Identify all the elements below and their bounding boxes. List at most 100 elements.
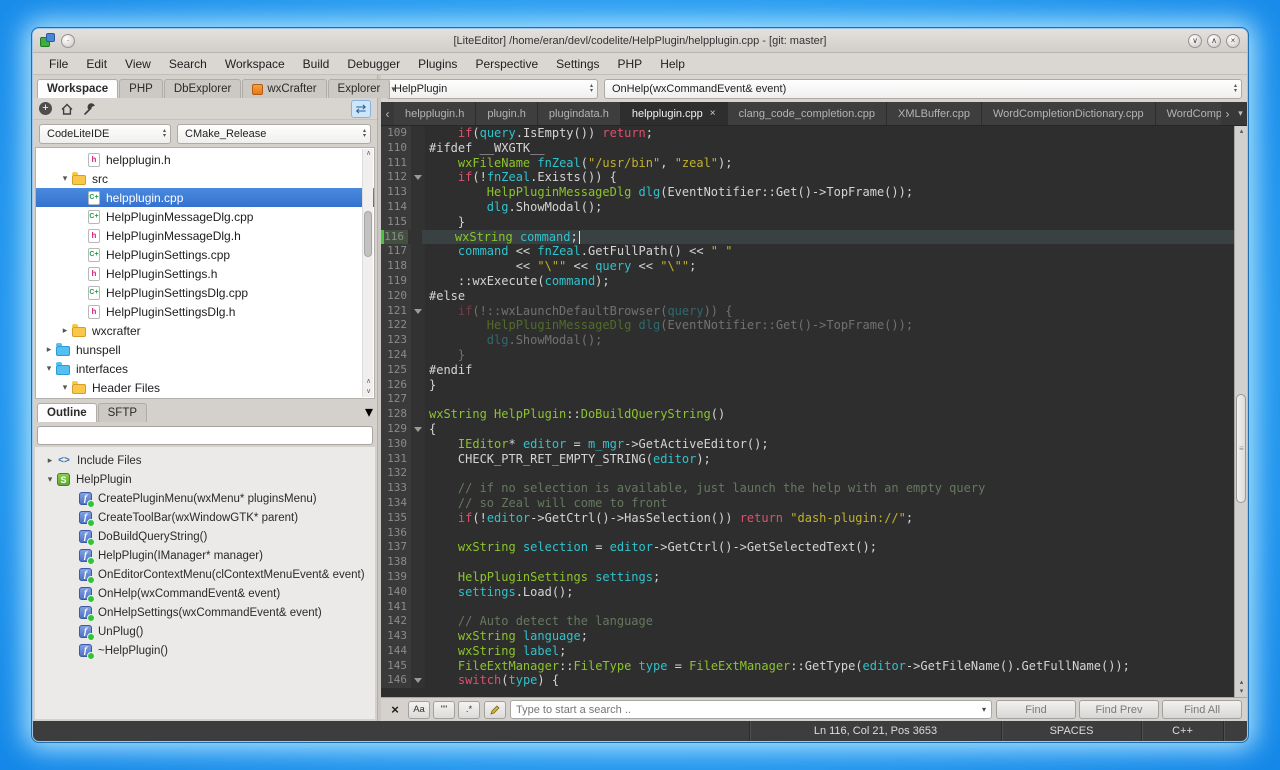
fold-marker-icon[interactable]	[414, 427, 422, 432]
code-line[interactable]: 139 HelpPluginSettings settings;	[381, 570, 1234, 585]
editor-tab-plugindata-h[interactable]: plugindata.h	[538, 102, 621, 125]
outline-item-createpluginmenu[interactable]: fCreatePluginMenu(wxMenu* pluginsMenu)	[35, 489, 375, 508]
language-mode[interactable]: C++	[1141, 721, 1223, 741]
workspace-select[interactable]: CodeLiteIDE ▴▾	[39, 124, 171, 144]
editor-scrollbar[interactable]: ▴ ▴ ▾	[1234, 126, 1247, 697]
tree-item-helpplugin-cpp[interactable]: C+helpplugin.cpp	[36, 188, 374, 207]
code-line[interactable]: 110#ifdef __WXGTK__	[381, 141, 1234, 156]
scroll-up-icon[interactable]: ▴	[1235, 127, 1248, 136]
editor-tab-xmlbuffer-cpp[interactable]: XMLBuffer.cpp	[887, 102, 982, 125]
tree-item-helppluginsettings-cpp[interactable]: C+HelpPluginSettings.cpp	[36, 245, 374, 264]
chevron-down-icon[interactable]: ▾	[58, 173, 72, 184]
tab-scroll-left-icon[interactable]: ‹	[381, 102, 394, 125]
code-line[interactable]: 122 HelpPluginMessageDlg dlg(EventNotifi…	[381, 318, 1234, 333]
whitespace-mode[interactable]: SPACES	[1001, 721, 1141, 741]
chevron-down-icon[interactable]: ▾	[365, 402, 373, 422]
scroll-up-icon[interactable]: ∧	[363, 150, 374, 158]
code-line[interactable]: 125#endif	[381, 363, 1234, 378]
outline-item-helpplugin[interactable]: ▾SHelpPlugin	[35, 470, 375, 489]
outline-item-oneditorcontextmenu[interactable]: fOnEditorContextMenu(clContextMenuEvent&…	[35, 565, 375, 584]
tree-item-hunspell[interactable]: ▸hunspell	[36, 340, 374, 359]
link-editor-icon[interactable]: ⇄	[351, 100, 371, 118]
outline-item-dobuildquerystring[interactable]: fDoBuildQueryString()	[35, 527, 375, 546]
code-line[interactable]: 144 wxString label;	[381, 644, 1234, 659]
code-line[interactable]: 114 dlg.ShowModal();	[381, 200, 1234, 215]
tab-wxcrafter[interactable]: wxCrafter	[242, 79, 326, 98]
tab-outline[interactable]: Outline	[37, 403, 97, 422]
chevron-down-icon[interactable]: ▾	[58, 382, 72, 393]
chevron-right-icon[interactable]: ▸	[42, 344, 56, 355]
code-line[interactable]: 119 ::wxExecute(command);	[381, 274, 1234, 289]
scope-select[interactable]: HelpPlugin ▴▾	[386, 79, 598, 99]
scroll-up-icon[interactable]: ▴	[1235, 678, 1248, 687]
window-menu-button[interactable]: ·	[61, 34, 75, 48]
chevron-down-icon[interactable]: ▾	[391, 84, 400, 98]
chevron-down-icon[interactable]: ▾	[982, 706, 986, 714]
find-prev-button[interactable]: Find Prev	[1079, 700, 1159, 719]
editor-tab-helpplugin-cpp[interactable]: helpplugin.cpp×	[621, 102, 728, 125]
chevron-right-icon[interactable]: ▸	[43, 455, 57, 466]
code-line[interactable]: 135 if(!editor->GetCtrl()->HasSelection(…	[381, 511, 1234, 526]
code-line[interactable]: 136	[381, 526, 1234, 541]
close-tab-icon[interactable]: ×	[710, 108, 716, 119]
code-line[interactable]: 109 if(query.IsEmpty()) return;	[381, 126, 1234, 141]
fold-marker-icon[interactable]	[414, 309, 422, 314]
tree-item-helppluginmessagedlg-cpp[interactable]: C+HelpPluginMessageDlg.cpp	[36, 207, 374, 226]
code-line[interactable]: 124 }	[381, 348, 1234, 363]
code-line[interactable]: 113 HelpPluginMessageDlg dlg(EventNotifi…	[381, 185, 1234, 200]
code-line[interactable]: 118 << "\"" << query << "\"";	[381, 259, 1234, 274]
tree-item-wxcrafter[interactable]: ▸wxcrafter	[36, 321, 374, 340]
code-line[interactable]: 138	[381, 555, 1234, 570]
tree-item-src[interactable]: ▾src	[36, 169, 374, 188]
find-button[interactable]: Find	[996, 700, 1076, 719]
code-line[interactable]: 123 dlg.ShowModal();	[381, 333, 1234, 348]
code-line[interactable]: 134 // so Zeal will come to front	[381, 496, 1234, 511]
menu-perspective[interactable]: Perspective	[467, 55, 546, 73]
outline-item-createtoolbar[interactable]: fCreateToolBar(wxWindowGTK* parent)	[35, 508, 375, 527]
code-line[interactable]: 120#else	[381, 289, 1234, 304]
tree-item-helppluginmessagedlg-h[interactable]: hHelpPluginMessageDlg.h	[36, 226, 374, 245]
scroll-down-icon[interactable]: ▾	[1235, 687, 1248, 696]
match-case-toggle[interactable]: Aa	[408, 701, 430, 719]
code-line[interactable]: 115 }	[381, 215, 1234, 230]
editor-tab-helpplugin-h[interactable]: helpplugin.h	[394, 102, 476, 125]
close-icon[interactable]: ×	[386, 701, 404, 719]
code-line[interactable]: 129{	[381, 422, 1234, 437]
outline-search-input[interactable]	[37, 426, 373, 445]
file-tree-scrollbar[interactable]: ∧ ∧ ∨	[362, 149, 373, 397]
tab-explorer[interactable]: Explorer	[328, 79, 391, 98]
outline-item-onhelp[interactable]: fOnHelp(wxCommandEvent& event)	[35, 584, 375, 603]
menu-debugger[interactable]: Debugger	[339, 55, 408, 73]
find-all-button[interactable]: Find All	[1162, 700, 1242, 719]
code-line[interactable]: 121 if(!::wxLaunchDefaultBrowser(query))…	[381, 304, 1234, 319]
build-config-select[interactable]: CMake_Release ▴▾	[177, 124, 371, 144]
outline-item-onhelpsettings[interactable]: fOnHelpSettings(wxCommandEvent& event)	[35, 603, 375, 622]
scrollbar-thumb[interactable]	[1236, 394, 1246, 502]
menu-edit[interactable]: Edit	[78, 55, 115, 73]
outline-item-unplug[interactable]: fUnPlug()	[35, 622, 375, 641]
menu-help[interactable]: Help	[652, 55, 693, 73]
code-line[interactable]: 112 if(!fnZeal.Exists()) {	[381, 170, 1234, 185]
fold-marker-icon[interactable]	[414, 678, 422, 683]
tree-item-helppluginsettingsdlg-cpp[interactable]: C+HelpPluginSettingsDlg.cpp	[36, 283, 374, 302]
wrench-icon[interactable]	[82, 102, 96, 116]
code-line[interactable]: 146 switch(type) {	[381, 673, 1234, 688]
fold-margin[interactable]	[411, 673, 425, 688]
minimize-button[interactable]: ∨	[1188, 34, 1202, 48]
close-button[interactable]: ×	[1226, 34, 1240, 48]
tab-list-icon[interactable]: ▾	[1234, 102, 1247, 125]
code-line[interactable]: 142 // Auto detect the language	[381, 614, 1234, 629]
add-icon[interactable]: +	[39, 102, 52, 115]
code-line[interactable]: 145 FileExtManager::FileType type = File…	[381, 659, 1234, 674]
tab-workspace[interactable]: Workspace	[37, 79, 118, 98]
search-input[interactable]	[516, 704, 976, 716]
highlight-matches-icon[interactable]	[484, 701, 506, 719]
scroll-down-icon[interactable]: ∨	[363, 388, 374, 396]
tree-item-helppluginsettings-h[interactable]: hHelpPluginSettings.h	[36, 264, 374, 283]
editor-tab-clang-code-completion-cpp[interactable]: clang_code_completion.cpp	[728, 102, 887, 125]
code-line[interactable]: 143 wxString language;	[381, 629, 1234, 644]
editor-tab-plugin-h[interactable]: plugin.h	[476, 102, 538, 125]
fold-margin[interactable]	[411, 304, 425, 319]
code-line[interactable]: 128wxString HelpPlugin::DoBuildQueryStri…	[381, 407, 1234, 422]
code-line[interactable]: 141	[381, 600, 1234, 615]
